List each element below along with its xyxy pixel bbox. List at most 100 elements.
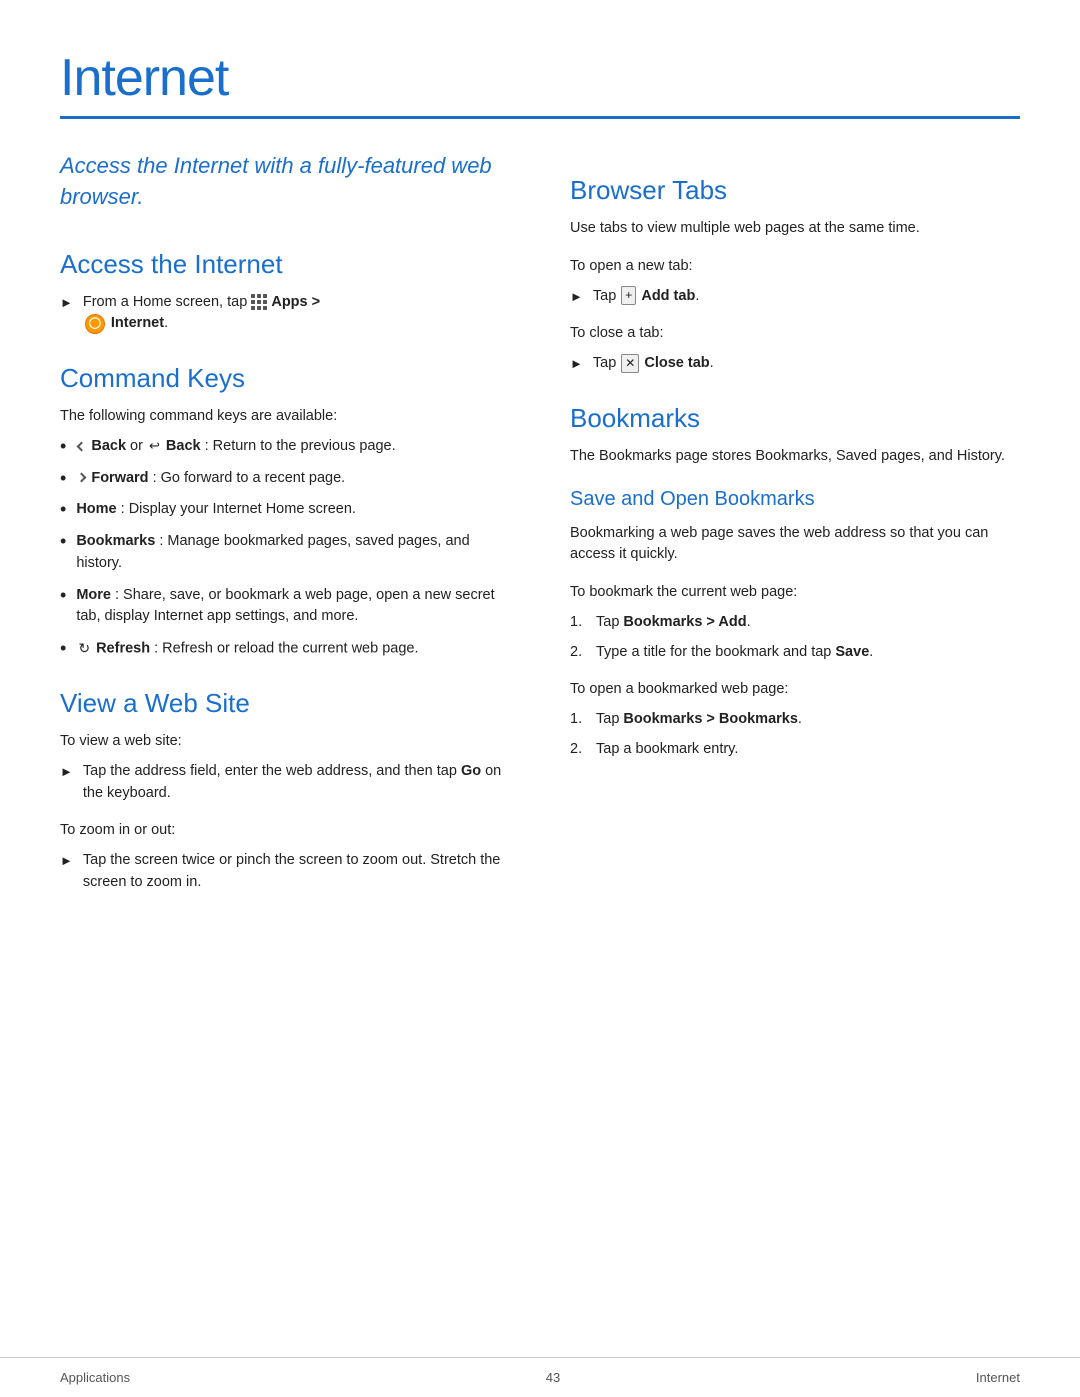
bullet-dot-5: • xyxy=(60,585,66,607)
bookmarks-title: Bookmarks xyxy=(570,403,1020,434)
bullet-dot-6: • xyxy=(60,638,66,660)
close-tab-section: To close a tab: ► Tap ✕ Close tab. xyxy=(570,323,1020,375)
access-internet-step: ► From a Home screen, tap Apps > ◯ Inter… xyxy=(60,292,510,336)
open-tab-section: To open a new tab: ► Tap + Add tab. xyxy=(570,256,1020,308)
close-tab-step: ► Tap ✕ Close tab. xyxy=(570,353,1020,375)
step-num-2: 2. xyxy=(570,642,588,664)
internet-label: Internet xyxy=(111,315,164,331)
command-keys-section: Command Keys The following command keys … xyxy=(60,363,510,660)
bullet-home: • Home : Display your Internet Home scre… xyxy=(60,499,510,521)
open-step-num-2: 2. xyxy=(570,739,588,761)
zoom-step: ► Tap the screen twice or pinch the scre… xyxy=(60,850,510,894)
bullet-back: • Back or ↩ Back : Return to the previou… xyxy=(60,436,510,458)
go-label: Go xyxy=(461,763,481,779)
zoom-step-text: Tap the screen twice or pinch the screen… xyxy=(83,850,510,894)
bookmarks-section: Bookmarks The Bookmarks page stores Book… xyxy=(570,403,1020,761)
bookmark-step-1-text: Tap Bookmarks > Add. xyxy=(596,612,751,634)
bookmarks-label: Bookmarks xyxy=(76,533,155,549)
forward-desc: : Go forward to a recent page. xyxy=(153,470,346,486)
left-column: Access the Internet with a fully-feature… xyxy=(60,151,510,904)
browser-tabs-title: Browser Tabs xyxy=(570,175,1020,206)
footer-center: 43 xyxy=(546,1370,560,1385)
bullet-dot-2: • xyxy=(60,468,66,490)
bullet-forward: • Forward : Go forward to a recent page. xyxy=(60,468,510,490)
add-tab-label: Add tab xyxy=(641,288,695,304)
more-desc: : Share, save, or bookmark a web page, o… xyxy=(76,587,494,625)
zoom-intro-text: To zoom in or out: xyxy=(60,820,510,842)
access-internet-title: Access the Internet xyxy=(60,249,510,280)
browser-tabs-intro: Use tabs to view multiple web pages at t… xyxy=(570,218,1020,240)
bullet-more: • More : Share, save, or bookmark a web … xyxy=(60,585,510,629)
bookmark-step-2-text: Type a title for the bookmark and tap Sa… xyxy=(596,642,873,664)
open-bookmarked-section: To open a bookmarked web page: 1. Tap Bo… xyxy=(570,679,1020,760)
bullet-refresh: • ↻ Refresh : Refresh or reload the curr… xyxy=(60,638,510,660)
open-step-2-text: Tap a bookmark entry. xyxy=(596,739,738,761)
close-tab-text: Tap ✕ Close tab. xyxy=(593,353,714,375)
home-label: Home xyxy=(76,501,116,517)
access-step-text: From a Home screen, tap Apps > ◯ Interne… xyxy=(83,292,320,336)
save-intro-text: Bookmarking a web page saves the web add… xyxy=(570,523,1020,567)
home-desc: : Display your Internet Home screen. xyxy=(121,501,356,517)
command-intro-text: The following command keys are available… xyxy=(60,406,510,428)
close-tab-label: To close a tab: xyxy=(570,323,1020,345)
two-col-layout: Access the Internet with a fully-feature… xyxy=(60,151,1020,904)
bullet-dot-4: • xyxy=(60,531,66,553)
view-step: ► Tap the address field, enter the web a… xyxy=(60,761,510,805)
open-step-2: 2. Tap a bookmark entry. xyxy=(570,739,1020,761)
bullet-bookmarks-text: Bookmarks : Manage bookmarked pages, sav… xyxy=(76,531,510,575)
bullet-back-text: Back or ↩ Back : Return to the previous … xyxy=(76,436,395,458)
apps-icon xyxy=(251,294,267,310)
bullet-dot-3: • xyxy=(60,499,66,521)
view-step-text: Tap the address field, enter the web add… xyxy=(83,761,510,805)
back-label-2: Back xyxy=(166,438,201,454)
arrow-icon: ► xyxy=(60,293,73,313)
refresh-label: Refresh xyxy=(96,640,150,656)
bookmark-current-section: To bookmark the current web page: 1. Tap… xyxy=(570,582,1020,663)
bullet-bookmarks: • Bookmarks : Manage bookmarked pages, s… xyxy=(60,531,510,575)
save-open-bookmarks-section: Save and Open Bookmarks Bookmarking a we… xyxy=(570,488,1020,761)
page-container: Internet Access the Internet with a full… xyxy=(0,0,1080,964)
back-arrow-icon: ↩ xyxy=(149,436,160,456)
open-tab-label: To open a new tab: xyxy=(570,256,1020,278)
internet-app-icon: ◯ xyxy=(85,314,105,334)
view-web-site-title: View a Web Site xyxy=(60,688,510,719)
bullet-more-text: More : Share, save, or bookmark a web pa… xyxy=(76,585,510,629)
open-bookmarked-label: To open a bookmarked web page: xyxy=(570,679,1020,701)
plus-icon: + xyxy=(621,286,636,305)
bullet-forward-text: Forward : Go forward to a recent page. xyxy=(76,468,345,490)
footer-left: Applications xyxy=(60,1370,130,1385)
open-step-num-1: 1. xyxy=(570,709,588,731)
refresh-desc: : Refresh or reload the current web page… xyxy=(154,640,418,656)
footer: Applications 43 Internet xyxy=(0,1357,1080,1397)
close-tab-bold: Close tab xyxy=(644,355,709,371)
bullet-refresh-text: ↻ Refresh : Refresh or reload the curren… xyxy=(76,638,418,660)
right-column: Browser Tabs Use tabs to view multiple w… xyxy=(570,151,1020,904)
intro-text: Access the Internet with a fully-feature… xyxy=(60,151,510,213)
apps-label: Apps > xyxy=(271,294,320,310)
arrow-icon-2: ► xyxy=(60,762,73,782)
back-label-1: Back xyxy=(91,438,126,454)
bookmarks-intro-text: The Bookmarks page stores Bookmarks, Sav… xyxy=(570,446,1020,468)
step-num-1: 1. xyxy=(570,612,588,634)
bullet-dot-1: • xyxy=(60,436,66,458)
bookmark-step-2: 2. Type a title for the bookmark and tap… xyxy=(570,642,1020,664)
forward-label: Forward xyxy=(91,470,148,486)
zoom-section: To zoom in or out: ► Tap the screen twic… xyxy=(60,820,510,893)
bookmark-step-1: 1. Tap Bookmarks > Add. xyxy=(570,612,1020,634)
page-title: Internet xyxy=(60,48,1020,108)
command-keys-title: Command Keys xyxy=(60,363,510,394)
more-label: More xyxy=(76,587,111,603)
arrow-icon-4: ► xyxy=(570,287,583,307)
arrow-icon-5: ► xyxy=(570,354,583,374)
open-step-1: 1. Tap Bookmarks > Bookmarks. xyxy=(570,709,1020,731)
save-open-title: Save and Open Bookmarks xyxy=(570,488,1020,511)
refresh-icon: ↻ xyxy=(78,638,90,659)
open-tab-text: Tap + Add tab. xyxy=(593,286,699,308)
chevron-left-icon xyxy=(77,441,87,451)
bookmark-current-label: To bookmark the current web page: xyxy=(570,582,1020,604)
divider xyxy=(60,116,1020,119)
view-web-site-section: View a Web Site To view a web site: ► Ta… xyxy=(60,688,510,894)
footer-right: Internet xyxy=(976,1370,1020,1385)
chevron-right-icon xyxy=(77,473,87,483)
x-icon: ✕ xyxy=(621,354,639,373)
